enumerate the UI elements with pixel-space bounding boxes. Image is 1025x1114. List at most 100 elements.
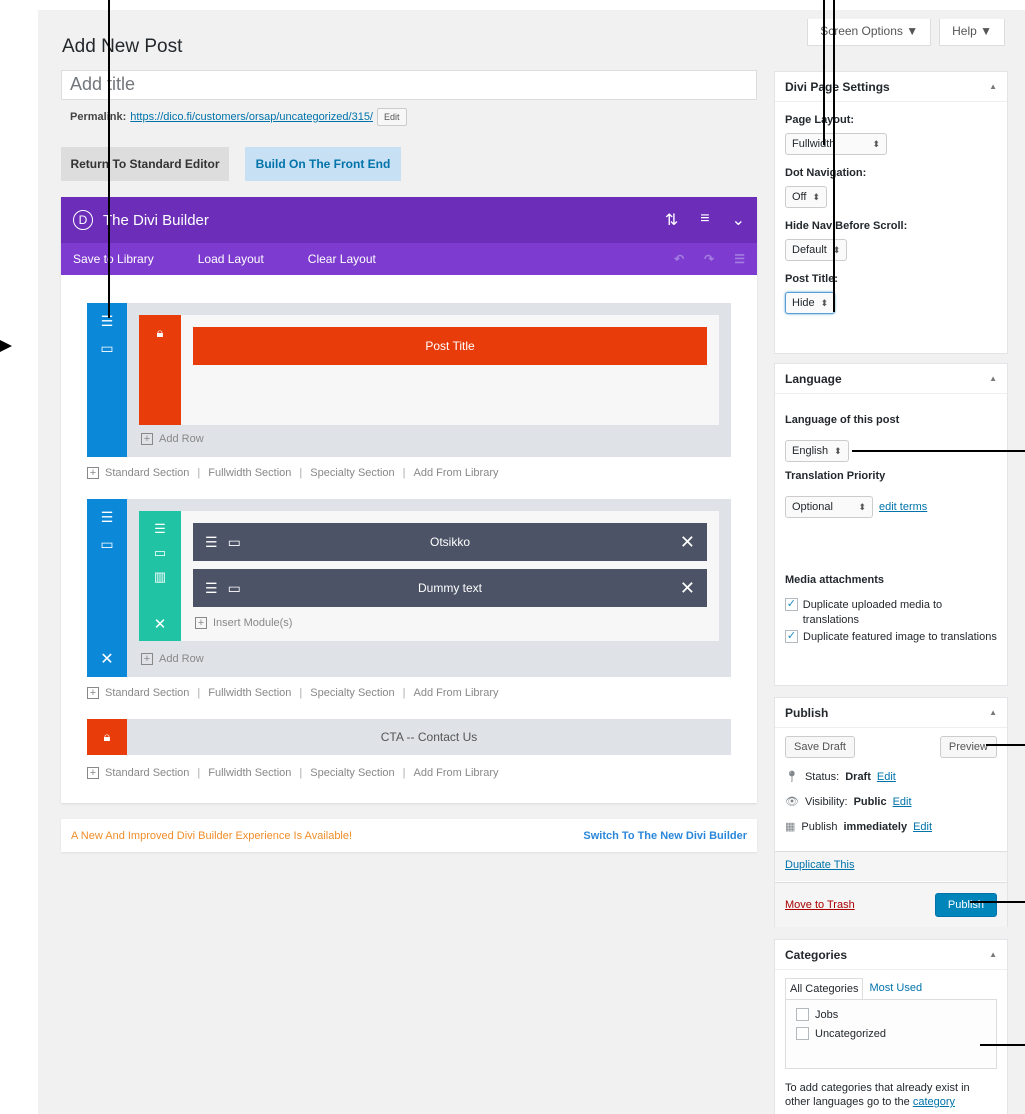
specialty-section-link[interactable]: Specialty Section	[310, 467, 394, 479]
preview-button[interactable]: Preview	[939, 736, 997, 758]
save-draft-button[interactable]: Save Draft	[785, 736, 855, 758]
add-row-button[interactable]: + Add Row	[141, 653, 204, 665]
specialty-section-link[interactable]: Specialty Section	[310, 687, 394, 699]
collapse-icon[interactable]: ▲	[989, 82, 997, 91]
add-from-library-link[interactable]: Add From Library	[414, 467, 499, 479]
permalink-edit-button[interactable]: Edit	[377, 108, 407, 126]
help-tab[interactable]: Help ▼	[939, 19, 1005, 46]
clear-layout-button[interactable]: Clear Layout	[308, 252, 376, 266]
builder-toolbar: Save to Library Load Layout Clear Layout…	[61, 243, 757, 275]
screen-options-tab[interactable]: Screen Options ▼	[807, 19, 932, 46]
duplicate-link[interactable]: Duplicate This	[785, 859, 855, 871]
builder-section-cta[interactable]: 🔒︎ CTA -- Contact Us	[87, 719, 731, 755]
box-header[interactable]: Divi Page Settings ▲	[775, 72, 1007, 102]
save-to-library-button[interactable]: Save to Library	[73, 252, 154, 266]
collapse-icon[interactable]: ▲	[989, 374, 997, 383]
fullwidth-section-link[interactable]: Fullwidth Section	[208, 467, 291, 479]
page-layout-select[interactable]: Fullwidth ⬍	[785, 133, 887, 155]
settings-icon[interactable]: ▭	[100, 340, 113, 357]
redo-icon[interactable]: ↷	[704, 252, 714, 266]
module-dummy-text[interactable]: ☰ ▭ Dummy text ✕	[193, 569, 707, 607]
move-icon[interactable]: ☰	[101, 313, 114, 330]
publish-button[interactable]: Publish	[934, 893, 997, 917]
category-item[interactable]: Jobs	[796, 1008, 986, 1021]
category-item[interactable]: Uncategorized	[796, 1027, 986, 1040]
box-header[interactable]: Language ▲	[775, 364, 1007, 394]
schedule-value: immediately	[843, 820, 908, 833]
hide-nav-label: Hide Nav Before Scroll:	[785, 220, 908, 232]
standard-editor-button[interactable]: Return To Standard Editor	[61, 147, 229, 181]
section-handle[interactable]: ☰ ▭ ✕	[87, 499, 127, 677]
module-post-title[interactable]: Post Title	[193, 327, 707, 365]
checkbox[interactable]	[796, 1027, 809, 1040]
post-title-select[interactable]: Hide ⬍	[785, 292, 836, 314]
add-from-library-link[interactable]: Add From Library	[414, 767, 499, 779]
permalink-label: Permalink:	[70, 111, 127, 123]
annotation-line	[970, 901, 1025, 903]
dot-nav-select[interactable]: Off ⬍	[785, 186, 828, 208]
specialty-section-link[interactable]: Specialty Section	[310, 767, 394, 779]
settings-icon[interactable]: ▭	[100, 536, 113, 553]
move-icon[interactable]: ☰	[205, 534, 218, 551]
language-label: Language of this post	[785, 414, 900, 426]
frontend-builder-button[interactable]: Build On The Front End	[245, 147, 401, 181]
row-handle[interactable]: 🔒︎	[139, 315, 181, 425]
close-icon[interactable]: ✕	[680, 578, 695, 599]
history-icon[interactable]: ☰	[734, 252, 745, 266]
dup-featured-option[interactable]: ✓ Duplicate featured image to translatio…	[785, 630, 997, 645]
standard-section-link[interactable]: Standard Section	[105, 467, 189, 479]
collapse-icon[interactable]: ▲	[989, 708, 997, 717]
section-links: + Standard Section | Fullwidth Section | S…	[87, 467, 499, 479]
box-header[interactable]: Categories ▲	[775, 940, 1007, 970]
module-otsikko[interactable]: ☰ ▭ Otsikko ✕	[193, 523, 707, 561]
sort-icon[interactable]: ⇅	[665, 210, 678, 230]
add-from-library-link[interactable]: Add From Library	[414, 687, 499, 699]
undo-icon[interactable]: ↶	[674, 252, 684, 266]
close-icon[interactable]: ✕	[100, 649, 113, 669]
load-layout-button[interactable]: Load Layout	[198, 252, 264, 266]
status-edit-link[interactable]: Edit	[877, 771, 896, 783]
plus-icon: +	[87, 767, 99, 779]
menu-icon[interactable]: ≡	[700, 210, 709, 230]
move-icon[interactable]: ☰	[154, 521, 166, 537]
tab-most-used[interactable]: Most Used	[863, 978, 928, 999]
add-row-button[interactable]: + Add Row	[141, 433, 204, 445]
section-handle[interactable]: ☰ ▭	[87, 303, 127, 457]
checkbox[interactable]	[796, 1008, 809, 1021]
standard-section-link[interactable]: Standard Section	[105, 767, 189, 779]
settings-icon[interactable]: ▭	[228, 580, 241, 597]
category-link[interactable]: category	[913, 1096, 955, 1108]
close-icon[interactable]: ✕	[154, 615, 167, 633]
permalink-url[interactable]: https://dico.fi/customers/orsap/uncatego…	[130, 111, 373, 123]
priority-select[interactable]: Optional ⬍	[785, 496, 873, 518]
collapse-icon[interactable]: ▲	[989, 950, 997, 959]
post-title-input[interactable]: Add title	[61, 70, 757, 100]
switch-builder-link[interactable]: Switch To The New Divi Builder	[583, 830, 747, 842]
settings-icon[interactable]: ▭	[154, 545, 166, 561]
columns-icon[interactable]: ▥	[154, 569, 166, 585]
page-title: Add New Post	[62, 36, 183, 57]
box-header[interactable]: Publish ▲	[775, 698, 1007, 728]
visibility-edit-link[interactable]: Edit	[893, 796, 912, 808]
hide-nav-select[interactable]: Default ⬍	[785, 239, 848, 261]
edit-terms-link[interactable]: edit terms	[879, 501, 927, 513]
insert-module-button[interactable]: + Insert Module(s)	[195, 617, 292, 629]
chevron-down-icon[interactable]: ⌄	[732, 210, 745, 230]
fullwidth-section-link[interactable]: Fullwidth Section	[208, 687, 291, 699]
insert-module-label: Insert Module(s)	[213, 617, 293, 629]
move-icon[interactable]: ☰	[205, 580, 218, 597]
schedule-edit-link[interactable]: Edit	[913, 821, 932, 833]
close-icon[interactable]: ✕	[680, 532, 695, 553]
move-icon[interactable]: ☰	[101, 509, 114, 526]
move-to-trash-link[interactable]: Move to Trash	[785, 899, 855, 911]
checkbox-checked[interactable]: ✓	[785, 598, 798, 611]
checkbox-checked[interactable]: ✓	[785, 630, 798, 643]
settings-icon[interactable]: ▭	[228, 534, 241, 551]
builder-row: ☰ ▭ ▥ ✕ ☰ ▭ Otsikko ✕ ☰ ▭ Dummy text ✕ +	[139, 511, 719, 641]
language-select[interactable]: English ⬍	[785, 440, 849, 462]
dup-media-option[interactable]: ✓ Duplicate uploaded media to translatio…	[785, 598, 997, 628]
fullwidth-section-link[interactable]: Fullwidth Section	[208, 767, 291, 779]
tab-all-categories[interactable]: All Categories	[785, 978, 864, 999]
row-handle[interactable]: ☰ ▭ ▥ ✕	[139, 511, 181, 641]
standard-section-link[interactable]: Standard Section	[105, 687, 189, 699]
